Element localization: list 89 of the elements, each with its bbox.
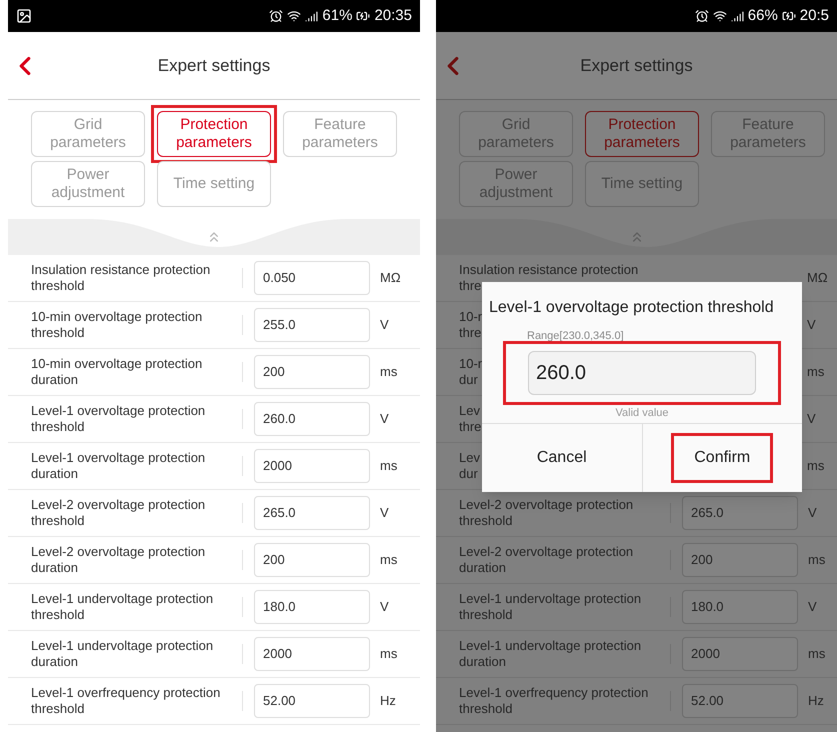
- unit-label: V: [380, 598, 389, 616]
- unit-label: ms: [380, 645, 398, 664]
- clock-time: 20:5: [800, 6, 829, 26]
- setting-label: Level-2 overvoltage protection threshold: [31, 497, 206, 529]
- setting-label: thre: [459, 419, 482, 435]
- dialog-button[interactable]: Confirm: [671, 433, 774, 483]
- validation-hint: Valid value: [616, 406, 668, 420]
- page-title: Expert settings: [158, 54, 270, 77]
- alarm-icon: [694, 9, 709, 23]
- collapse-bar[interactable]: [436, 219, 837, 255]
- setting-label: Level-2 overvoltage protection duration: [459, 544, 634, 576]
- setting-label: Level-2 overvoltage protection duration: [31, 544, 206, 576]
- page-title: Expert settings: [580, 54, 693, 77]
- collapse-bar[interactable]: [8, 219, 420, 255]
- setting-label: Insulation resistance protection threshold: [31, 262, 212, 294]
- unit-label: V: [808, 598, 817, 616]
- setting-label: Level-2 overvoltage protection threshold: [459, 497, 634, 529]
- value-field[interactable]: 2000: [254, 449, 370, 483]
- unit-label: V: [807, 316, 816, 334]
- unit-label: Hz: [380, 692, 396, 710]
- signal-icon: [305, 10, 318, 22]
- unit-label: ms: [380, 363, 398, 382]
- value-field[interactable]: 200: [254, 355, 370, 389]
- range-hint: Range[230.0,345.0]: [527, 329, 625, 344]
- setting-label: Level-1 overfrequency protection threshold: [31, 685, 222, 717]
- unit-label: Hz: [808, 692, 824, 710]
- unit-label: ms: [380, 551, 398, 570]
- unit-label: V: [380, 504, 389, 522]
- value-field[interactable]: 0.050: [254, 261, 370, 295]
- unit-label: ms: [807, 363, 824, 382]
- unit-label: V: [380, 316, 389, 334]
- tab[interactable]: Protection parameters: [157, 111, 271, 157]
- clock-time: 20:35: [374, 6, 412, 26]
- setting-label: 10-r: [459, 309, 482, 325]
- value-field[interactable]: 180.0: [682, 590, 798, 624]
- unit-label: ms: [380, 457, 398, 476]
- value-field[interactable]: 180.0: [254, 590, 370, 624]
- unit-label: V: [380, 410, 389, 428]
- battery-icon: [782, 9, 796, 23]
- setting-label: 10-min overvoltage protection threshold: [31, 309, 204, 341]
- setting-label: thre: [459, 325, 482, 341]
- value-field[interactable]: 200: [254, 543, 370, 577]
- setting-label: Level-1 overvoltage protection threshold: [31, 403, 206, 435]
- unit-label: V: [807, 410, 816, 428]
- battery-icon: [356, 9, 370, 23]
- setting-label: Level-1 undervoltage protection threshold: [31, 591, 214, 623]
- setting-label: Level-1 overfrequency protection threshold: [459, 685, 650, 717]
- tab[interactable]: Power adjustment: [31, 161, 145, 207]
- unit-label: ms: [808, 645, 826, 664]
- battery-percent: 66%: [748, 6, 778, 26]
- setting-label: Level-1 undervoltage protection threshold: [459, 591, 642, 623]
- signal-icon: [730, 10, 744, 22]
- setting-label: Level-1 undervoltage protection duration: [31, 638, 214, 670]
- tab[interactable]: Time setting: [157, 161, 271, 207]
- unit-label: MΩ: [380, 269, 401, 288]
- unit-label: MΩ: [807, 269, 828, 288]
- unit-label: V: [808, 504, 817, 522]
- tab[interactable]: Feature parameters: [283, 111, 397, 157]
- value-field[interactable]: 200: [682, 543, 798, 577]
- setting-label: dur: [459, 372, 479, 388]
- battery-percent: 61%: [322, 6, 352, 26]
- setting-label: Level-1 undervoltage protection duration: [459, 638, 642, 670]
- value-field[interactable]: 52.00: [682, 684, 798, 718]
- value-field[interactable]: 2000: [254, 637, 370, 671]
- unit-label: ms: [807, 457, 824, 476]
- setting-label: thre: [459, 278, 482, 294]
- value-field[interactable]: 265.0: [682, 496, 798, 530]
- value-field[interactable]: 52.00: [254, 684, 370, 718]
- tab[interactable]: Grid parameters: [31, 111, 145, 157]
- value-input-field[interactable]: 260.0: [528, 350, 756, 394]
- value-field[interactable]: 260.0: [254, 402, 370, 436]
- setting-label: Lev: [459, 450, 480, 466]
- dialog-button[interactable]: Cancel: [514, 433, 610, 483]
- value-field[interactable]: 255.0: [254, 308, 370, 342]
- image-notification-icon: [16, 8, 32, 24]
- unit-label: ms: [808, 551, 826, 570]
- setting-label: Insulation resistance protection: [459, 262, 638, 278]
- wifi-icon: [287, 9, 302, 23]
- value-field[interactable]: 265.0: [254, 496, 370, 530]
- tab[interactable]: Protection parameters: [585, 111, 699, 157]
- setting-label: Level-1 overvoltage protection duration: [31, 450, 206, 482]
- alarm-icon: [269, 9, 284, 23]
- value-field[interactable]: 2000: [682, 637, 798, 671]
- setting-label: 10-min overvoltage protection duration: [31, 356, 204, 388]
- wifi-icon: [712, 9, 727, 23]
- setting-label: dur: [459, 466, 479, 482]
- setting-label: 10-r: [459, 356, 482, 372]
- setting-label: Lev: [459, 403, 481, 419]
- dialog-title: Level-1 overvoltage protection threshold: [488, 298, 775, 318]
